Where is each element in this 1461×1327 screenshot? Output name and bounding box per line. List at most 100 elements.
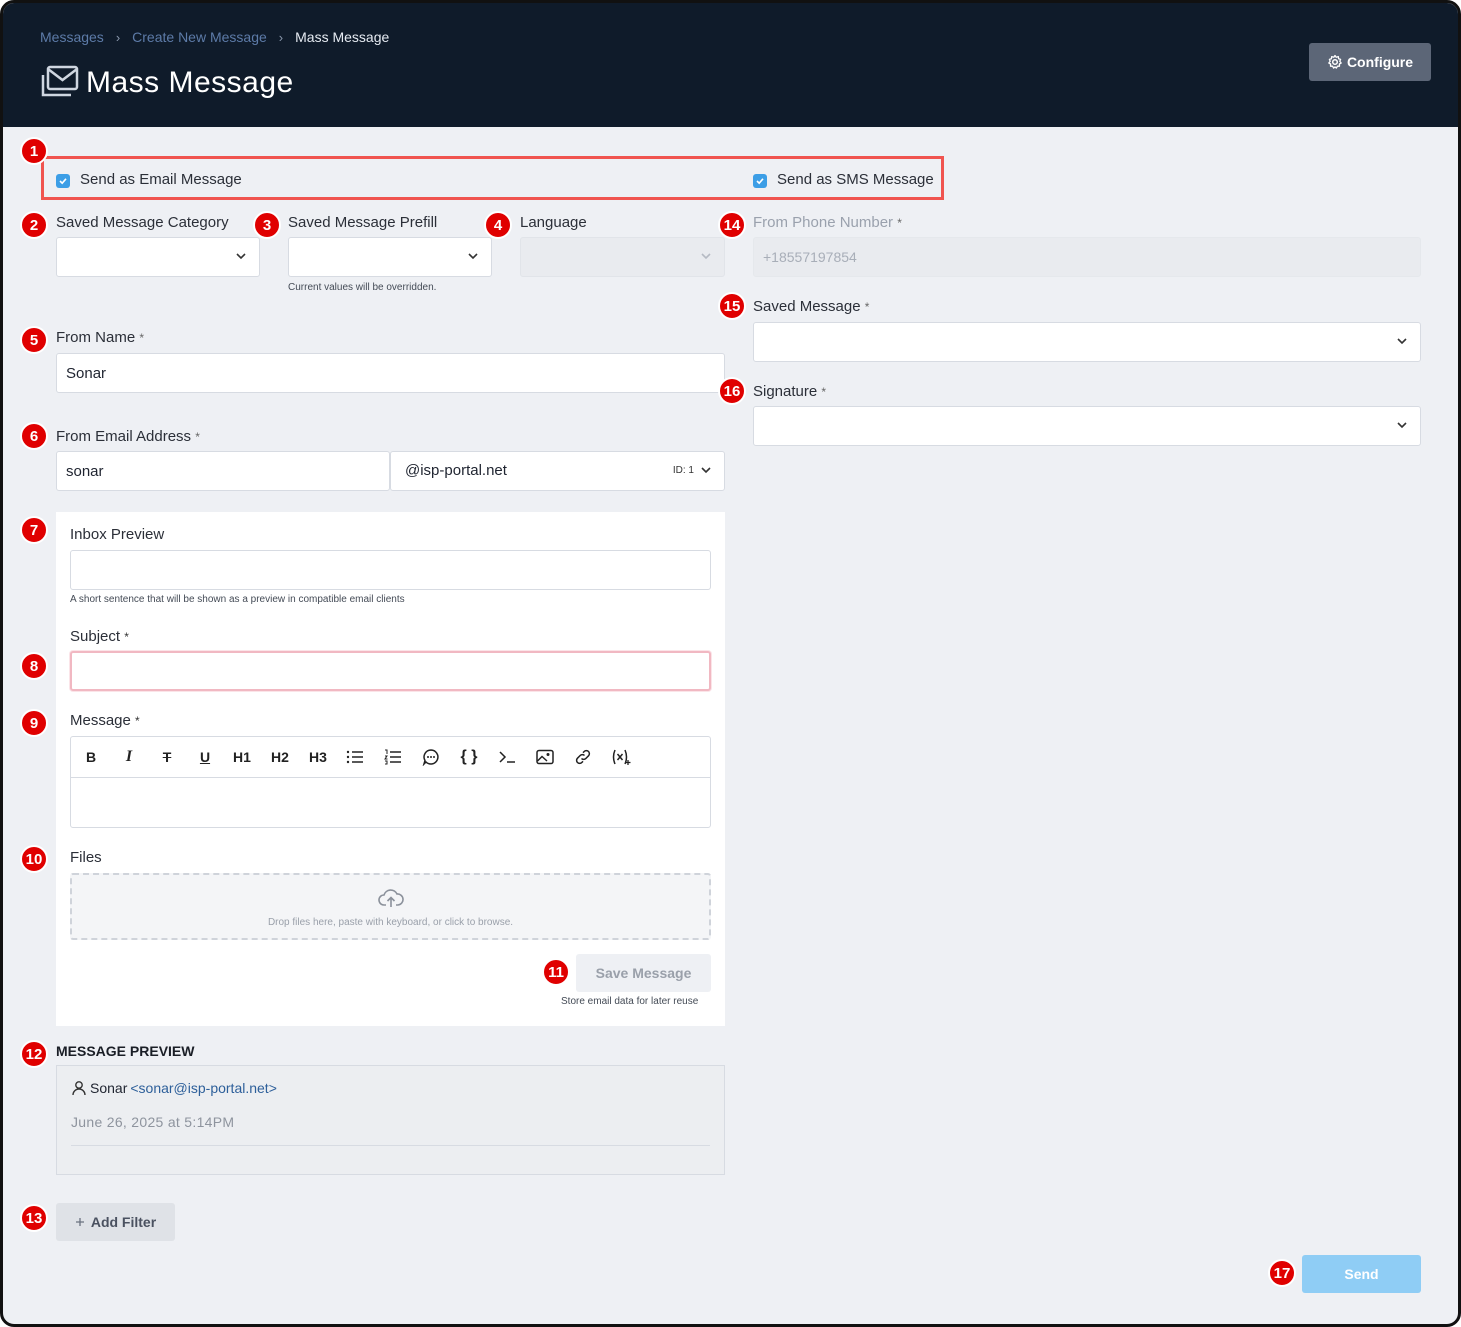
bullet-list-icon: [346, 750, 363, 764]
message-preview-heading: MESSAGE PREVIEW: [56, 1043, 195, 1059]
message-preview-card: Sonar <sonar@isp-portal.net> June 26, 20…: [56, 1065, 725, 1175]
page-title-group: Mass Message: [40, 65, 294, 101]
annotation-marker: 14: [718, 211, 746, 239]
add-filter-label: Add Filter: [90, 1214, 157, 1230]
from-email-label-text: From Email Address: [56, 428, 192, 445]
underline-button[interactable]: U: [193, 746, 217, 768]
required-marker: *: [195, 430, 200, 444]
required-marker: *: [124, 630, 129, 644]
breadcrumb-separator: ›: [278, 29, 284, 45]
annotation-marker: 4: [484, 211, 512, 239]
preview-sender: Sonar <sonar@isp-portal.net>: [71, 1080, 277, 1096]
language-label: Language: [520, 214, 587, 231]
email-domain-id: ID: 1: [672, 465, 694, 476]
variable-button[interactable]: [609, 746, 633, 768]
chevron-down-icon: [701, 253, 711, 260]
terminal-icon: [499, 751, 515, 763]
annotation-marker: 17: [1268, 1259, 1296, 1287]
from-phone-number-field[interactable]: +18557197854: [753, 237, 1421, 277]
ordered-list-icon: [384, 749, 401, 765]
breadcrumb: Messages › Create New Message › Mass Mes…: [40, 29, 389, 45]
annotation-marker: 1: [20, 137, 48, 165]
plus-icon: [75, 1218, 84, 1226]
app-window: Messages › Create New Message › Mass Mes…: [0, 0, 1461, 1327]
signature-label-text: Signature: [753, 383, 818, 400]
inline-code-button[interactable]: [495, 746, 519, 768]
heading3-button[interactable]: H3: [305, 746, 331, 768]
required-marker: *: [897, 216, 902, 230]
breadcrumb-messages[interactable]: Messages: [40, 29, 104, 45]
bold-button[interactable]: B: [79, 746, 103, 768]
speech-bubble-icon: [422, 749, 439, 766]
save-message-button[interactable]: Save Message: [576, 954, 711, 992]
file-dropzone[interactable]: Drop files here, paste with keyboard, or…: [70, 873, 711, 940]
chevron-down-icon: [236, 253, 246, 260]
image-button[interactable]: [533, 746, 557, 768]
annotation-marker: 13: [20, 1204, 48, 1232]
user-icon: [72, 1081, 86, 1096]
signature-select[interactable]: [753, 406, 1421, 446]
annotation-marker: 7: [20, 516, 48, 544]
ordered-list-button[interactable]: [381, 746, 405, 768]
sms-message-label[interactable]: Send as SMS Message: [777, 171, 934, 188]
subject-input[interactable]: [70, 651, 711, 691]
email-message-checkbox[interactable]: [56, 174, 70, 188]
link-icon: [575, 749, 591, 765]
configure-label: Configure: [1346, 54, 1414, 70]
annotation-marker: 6: [20, 422, 48, 450]
breadcrumb-current: Mass Message: [295, 29, 390, 45]
saved-message-category-select[interactable]: [56, 237, 260, 277]
configure-button[interactable]: Configure: [1309, 43, 1431, 81]
saved-message-category-label: Saved Message Category: [56, 214, 229, 231]
required-marker: *: [864, 300, 870, 314]
saved-message-label: Saved Message *: [753, 298, 869, 315]
code-block-button[interactable]: { }: [457, 746, 481, 768]
inbox-preview-label: Inbox Preview: [70, 526, 165, 543]
page-title: Mass Message: [86, 66, 294, 99]
annotation-marker: 8: [20, 652, 48, 680]
preview-sender-email: <sonar@isp-portal.net>: [130, 1080, 277, 1096]
cloud-upload-icon: [378, 889, 404, 907]
annotation-marker: 9: [20, 709, 48, 737]
files-label: Files: [70, 849, 102, 866]
annotation-marker: 16: [718, 377, 746, 405]
heading2-button[interactable]: H2: [267, 746, 293, 768]
add-filter-button[interactable]: Add Filter: [56, 1203, 175, 1241]
annotation-marker: 15: [718, 292, 746, 320]
message-label: Message *: [70, 712, 140, 729]
image-icon: [536, 749, 554, 765]
bullet-list-button[interactable]: [343, 746, 367, 768]
italic-button[interactable]: I: [117, 746, 141, 768]
breadcrumb-create-new-message[interactable]: Create New Message: [132, 29, 267, 45]
strikethrough-button[interactable]: T: [155, 746, 179, 768]
editor-toolbar: B I T U H1 H2 H3 {}: [71, 737, 710, 778]
from-name-input[interactable]: Sonar: [56, 353, 725, 393]
blockquote-button[interactable]: [419, 746, 443, 768]
email-domain-value: @isp-portal.net: [405, 462, 507, 479]
saved-message-label-text: Saved Message: [753, 298, 861, 315]
saved-message-select[interactable]: [753, 322, 1421, 362]
preview-date: June 26, 2025 at 5:14PM: [71, 1114, 235, 1130]
preview-sender-name: Sonar: [90, 1080, 128, 1096]
message-editor: B I T U H1 H2 H3 {}: [70, 736, 711, 828]
gear-icon: [1328, 54, 1342, 69]
inbox-preview-input[interactable]: [70, 550, 711, 590]
heading1-button[interactable]: H1: [229, 746, 255, 768]
language-select[interactable]: [520, 237, 725, 277]
subject-label: Subject *: [70, 628, 129, 645]
saved-message-prefill-label: Saved Message Prefill: [288, 214, 438, 231]
save-message-hint: Store email data for later reuse: [561, 996, 699, 1007]
annotation-marker: 2: [20, 211, 48, 239]
subject-label-text: Subject: [70, 628, 121, 645]
annotation-marker: 5: [20, 326, 48, 354]
dropzone-text: Drop files here, paste with keyboard, or…: [267, 917, 514, 928]
email-message-label[interactable]: Send as Email Message: [80, 171, 242, 188]
link-button[interactable]: [571, 746, 595, 768]
required-marker: *: [139, 331, 145, 345]
sms-message-checkbox[interactable]: [753, 174, 767, 188]
from-phone-number-label: From Phone Number *: [753, 214, 902, 231]
saved-message-prefill-select[interactable]: [288, 237, 492, 277]
send-button[interactable]: Send: [1302, 1255, 1421, 1293]
from-email-domain-select[interactable]: @isp-portal.net ID: 1: [390, 451, 725, 491]
from-email-local-input[interactable]: sonar: [56, 451, 390, 491]
